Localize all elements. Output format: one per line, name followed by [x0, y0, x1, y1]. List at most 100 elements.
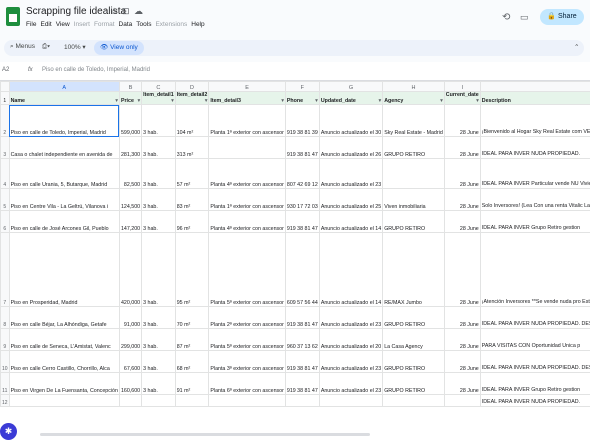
- cell-d3[interactable]: Planta 5ª exterior con ascensor: [208, 232, 286, 307]
- cell-updated[interactable]: Anuncio actualizado el 30: [318, 104, 384, 137]
- filter-icon[interactable]: ▾: [171, 98, 174, 104]
- view-only-button[interactable]: 👁 View only: [94, 41, 144, 55]
- cell-current[interactable]: 28 June: [443, 158, 481, 189]
- header-cell[interactable]: Agency ▾: [382, 91, 445, 105]
- row-number[interactable]: 7: [0, 232, 10, 307]
- cell-d1[interactable]: 3 hab.: [141, 350, 176, 373]
- cell-price[interactable]: 281,300: [118, 136, 143, 159]
- cell-agency[interactable]: [382, 158, 445, 189]
- column-header-b[interactable]: B: [118, 81, 143, 92]
- cell-d1[interactable]: 3 hab.: [141, 104, 176, 137]
- cell-agency[interactable]: GRUPO RETIRO: [382, 306, 445, 329]
- star-icon[interactable]: ☆: [110, 6, 118, 17]
- header-cell[interactable]: Item_detail2 ▾: [174, 91, 210, 105]
- row-number[interactable]: 5: [0, 188, 10, 211]
- print-icon[interactable]: ⎙▾: [42, 43, 50, 51]
- cell-current[interactable]: 28 June: [443, 188, 481, 211]
- header-cell[interactable]: Item_detail1 ▾: [141, 91, 176, 105]
- cell-price[interactable]: 599,000: [118, 104, 143, 137]
- cell-name[interactable]: Piso en calle de José Arcones Gil, Puebl…: [8, 210, 120, 233]
- cell-d1[interactable]: 3 hab.: [141, 158, 176, 189]
- collapse-toolbar-icon[interactable]: ⌃: [574, 43, 579, 51]
- cell-name[interactable]: Casa o chalet independiente en avenida d…: [8, 136, 120, 159]
- select-all-corner[interactable]: [0, 81, 10, 92]
- cell-d3[interactable]: Planta 5ª exterior con ascensor: [208, 328, 286, 351]
- cell-d1[interactable]: 3 hab.: [141, 372, 176, 395]
- cell-current[interactable]: 28 June: [443, 306, 481, 329]
- cell-d2[interactable]: 83 m²: [174, 188, 210, 211]
- cell-d2[interactable]: 313 m²: [174, 136, 210, 159]
- row-number[interactable]: 6: [0, 210, 10, 233]
- cell-agency[interactable]: Sky Real Estate - Madrid: [382, 104, 445, 137]
- header-cell[interactable]: Name ▾: [8, 91, 120, 105]
- cell-desc[interactable]: IDEAL PARA INVER NUDA PROPIEDAD. DESCRIP…: [479, 350, 590, 373]
- comment-icon[interactable]: ▭: [520, 12, 529, 23]
- menu-item-file[interactable]: File: [26, 21, 36, 28]
- move-folder-icon[interactable]: ⊡: [122, 6, 130, 17]
- cell-desc[interactable]: IDEAL PARA INVER Grupo Retiro gestion: [479, 372, 590, 395]
- cell-phone[interactable]: 919 38 81 39: [284, 104, 320, 137]
- filter-icon[interactable]: ▾: [315, 98, 318, 104]
- row-number[interactable]: 11: [0, 372, 10, 395]
- cloud-status-icon[interactable]: ☁: [134, 6, 143, 17]
- cell-d3[interactable]: [208, 394, 286, 407]
- cell-desc[interactable]: IDEAL PARA INVER NUDA PROPIEDAD.: [479, 136, 590, 159]
- cell-current[interactable]: 28 June: [443, 136, 481, 159]
- cell-d3[interactable]: Planta 6ª exterior con ascensor: [208, 372, 286, 395]
- cell-phone[interactable]: 919 38 81 47: [284, 306, 320, 329]
- cell-d3[interactable]: [208, 136, 286, 159]
- cell-desc[interactable]: IDEAL PARA INVER Particular vende NU Viv…: [479, 158, 590, 189]
- cell-phone[interactable]: [284, 394, 320, 407]
- cell-updated[interactable]: Anuncio actualizado el 25: [318, 188, 384, 211]
- header-cell[interactable]: Updated_date ▾: [318, 91, 384, 105]
- menu-item-insert[interactable]: Insert: [74, 21, 90, 28]
- cell-phone[interactable]: 807 42 69 12: [284, 158, 320, 189]
- row-number[interactable]: 8: [0, 306, 10, 329]
- column-header-a[interactable]: A: [8, 81, 120, 92]
- row-number[interactable]: 9: [0, 328, 10, 351]
- cell-phone[interactable]: 919 38 81 47: [284, 350, 320, 373]
- cell-updated[interactable]: [318, 394, 384, 407]
- cell-phone[interactable]: 919 38 81 47: [284, 210, 320, 233]
- cell-name[interactable]: Piso en Centre Vila - La Geltrú, Vilanov…: [8, 188, 120, 211]
- cell-d3[interactable]: Planta 2ª exterior con ascensor: [208, 306, 286, 329]
- cell-current[interactable]: 28 June: [443, 104, 481, 137]
- cell-d1[interactable]: 3 hab.: [141, 306, 176, 329]
- column-header-i[interactable]: I: [443, 81, 481, 92]
- cell-name[interactable]: Piso en calle de Toledo, Imperial, Madri…: [8, 104, 120, 137]
- cell-d2[interactable]: [174, 394, 210, 407]
- cell-name[interactable]: Piso en Virgen De La Fuensanta, Concepci…: [8, 372, 120, 395]
- cell-d3[interactable]: Planta 1ª exterior con ascensor: [208, 104, 286, 137]
- cell-current[interactable]: 28 June: [443, 210, 481, 233]
- cell-updated[interactable]: Anuncio actualizado el 26: [318, 136, 384, 159]
- menu-item-view[interactable]: View: [56, 21, 70, 28]
- filter-icon[interactable]: ▾: [115, 98, 118, 104]
- share-button[interactable]: 🔒 Share: [540, 9, 584, 25]
- column-header-h[interactable]: H: [382, 81, 445, 92]
- cell-d2[interactable]: 68 m²: [174, 350, 210, 373]
- cell-name[interactable]: Piso en calle Béjar, La Alhóndiga, Getaf…: [8, 306, 120, 329]
- filter-icon[interactable]: ▾: [205, 98, 208, 104]
- menu-item-data[interactable]: Data: [119, 21, 133, 28]
- cell-d1[interactable]: 3 hab.: [141, 328, 176, 351]
- cell-name[interactable]: Piso en Prosperidad, Madrid: [8, 232, 120, 307]
- name-box[interactable]: A2: [2, 67, 9, 73]
- header-cell[interactable]: Price ▾: [118, 91, 143, 105]
- menu-item-edit[interactable]: Edit: [40, 21, 51, 28]
- cell-d1[interactable]: 3 hab.: [141, 210, 176, 233]
- row-number[interactable]: 3: [0, 136, 10, 159]
- cell-d2[interactable]: 91 m²: [174, 372, 210, 395]
- cell-current[interactable]: [443, 394, 481, 407]
- cell-agency[interactable]: La Casa Agency: [382, 328, 445, 351]
- cell-current[interactable]: 28 June: [443, 328, 481, 351]
- cell-name[interactable]: [8, 394, 120, 407]
- cell-agency[interactable]: GRUPO RETIRO: [382, 210, 445, 233]
- cell-name[interactable]: Piso en calle Cerro Castillo, Chorrillo,…: [8, 350, 120, 373]
- horizontal-scrollbar[interactable]: [40, 433, 370, 436]
- cell-d3[interactable]: Planta 1ª exterior con ascensor: [208, 188, 286, 211]
- filter-icon[interactable]: ▾: [137, 98, 140, 104]
- filter-icon[interactable]: ▾: [379, 98, 382, 104]
- cell-price[interactable]: 67,600: [118, 350, 143, 373]
- filter-icon[interactable]: ▾: [440, 98, 443, 104]
- row-number[interactable]: 4: [0, 158, 10, 189]
